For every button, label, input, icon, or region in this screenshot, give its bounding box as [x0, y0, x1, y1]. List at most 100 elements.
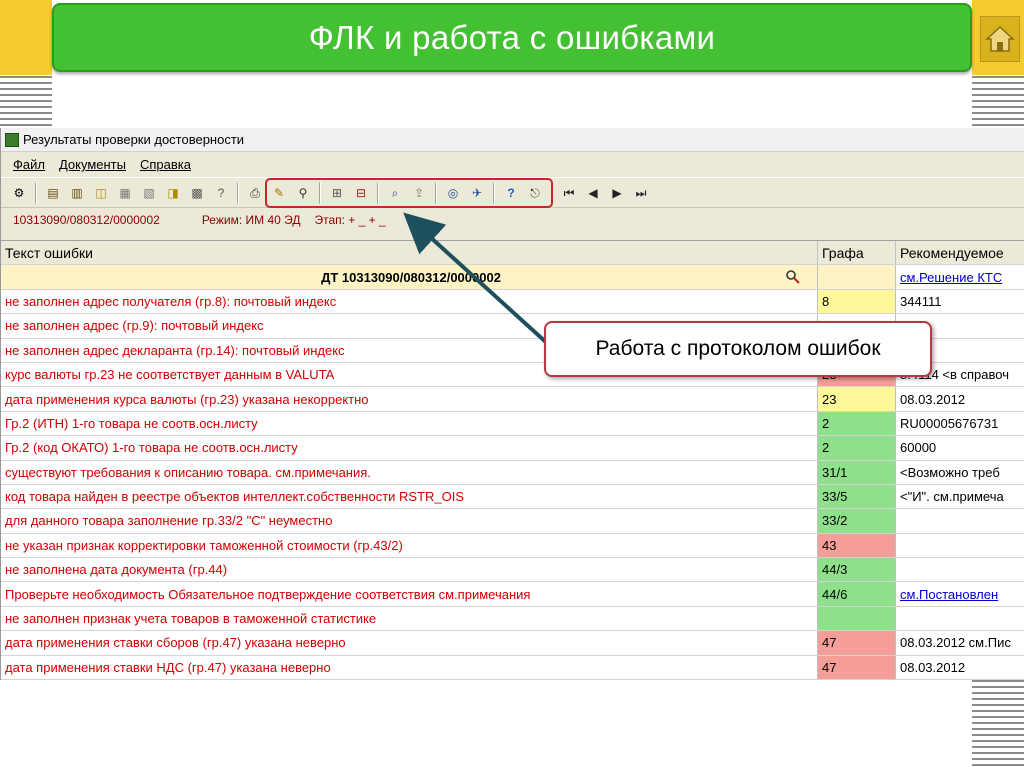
- book-icon[interactable]: ◫: [91, 183, 111, 203]
- table-row[interactable]: Гр.2 (ИТН) 1-го товара не соотв.осн.лист…: [1, 411, 1024, 437]
- mode-label: Режим: ИМ 40 ЭД: [201, 213, 301, 227]
- print-icon[interactable]: ⎙: [245, 183, 265, 203]
- run-icon[interactable]: ✈: [467, 183, 487, 203]
- group-row-title: ДТ 10313090/080312/0000002: [1, 265, 818, 289]
- menu-file[interactable]: Файл: [13, 157, 45, 172]
- columns-icon[interactable]: ◨: [163, 183, 183, 203]
- error-text-cell: Проверьте необходимость Обязательное под…: [1, 582, 818, 606]
- column-header-recommended[interactable]: Рекомендуемое: [896, 241, 1024, 265]
- table-row[interactable]: Гр.2 (код ОКАТО) 1-го товара не соотв.ос…: [1, 436, 1024, 461]
- group-row-rec[interactable]: см.Решение КТС: [896, 265, 1024, 288]
- window-title: Результаты проверки достоверности: [23, 132, 245, 147]
- filter-icon[interactable]: ▩: [187, 183, 207, 203]
- callout-text: Работа с протоколом ошибок: [595, 337, 881, 360]
- refresh-icon[interactable]: ◎: [443, 183, 463, 203]
- error-text-cell: дата применения ставки НДС (гр.47) указа…: [1, 655, 818, 680]
- table-row[interactable]: для данного товара заполнение гр.33/2 "С…: [1, 509, 1024, 534]
- recommended-cell: [896, 534, 1024, 557]
- recommended-cell: 60000: [900, 440, 937, 456]
- error-text-cell: для данного товара заполнение гр.33/2 "С…: [1, 509, 818, 533]
- error-text-cell: дата применения ставки сборов (гр.47) ук…: [1, 631, 818, 655]
- toolbar-separator: [319, 181, 321, 204]
- error-text-cell: Гр.2 (код ОКАТО) 1-го товара не соотв.ос…: [1, 436, 818, 460]
- menubar: Файл Документы Справка: [1, 152, 1024, 177]
- table-header: Текст ошибки Графа Рекомендуемое: [1, 241, 1024, 266]
- table-icon[interactable]: ▦: [115, 183, 135, 203]
- stripes-right-bottom: [972, 680, 1024, 767]
- group-row-label: ДТ 10313090/080312/0000002: [321, 269, 501, 285]
- list-icon[interactable]: ▧: [139, 183, 159, 203]
- recommended-cell: 344111: [900, 293, 942, 309]
- graph-cell: 31/1: [818, 460, 896, 484]
- menu-file-label: Файл: [13, 157, 45, 172]
- first-record-icon[interactable]: ⏮: [559, 183, 579, 203]
- document-icon[interactable]: ▤: [43, 183, 63, 203]
- slide-title: ФЛК и работа с ошибками: [308, 18, 716, 56]
- error-text-cell: не указан признак корректировки таможенн…: [1, 533, 818, 558]
- table-row[interactable]: Проверьте необходимость Обязательное под…: [1, 582, 1024, 607]
- table-row[interactable]: дата применения курса валюты (гр.23) ука…: [1, 387, 1024, 412]
- next-record-icon[interactable]: ▶: [607, 183, 627, 203]
- export-icon[interactable]: ⇪: [409, 183, 429, 203]
- recommended-cell: <"И". см.примеча: [900, 489, 1004, 505]
- help-search-icon[interactable]: ?: [211, 183, 231, 203]
- table-row[interactable]: не заполнен признак учета товаров в тамо…: [1, 606, 1024, 632]
- recommended-cell: 08.03.2012: [900, 391, 966, 407]
- table-row[interactable]: дата применения ставки сборов (гр.47) ук…: [1, 631, 1024, 656]
- find-icon[interactable]: ⌕: [385, 183, 405, 203]
- stripes-left: [0, 76, 52, 128]
- stripes-right: [972, 76, 1024, 128]
- exit-icon[interactable]: ⎋: [525, 183, 545, 203]
- graph-cell: 33/2: [818, 509, 896, 533]
- error-text-cell: не заполнена дата документа (гр.44): [1, 558, 818, 582]
- search-error-icon[interactable]: [785, 269, 801, 285]
- callout-box: Работа с протоколом ошибок: [544, 321, 932, 377]
- last-record-icon[interactable]: ⏭: [631, 183, 651, 203]
- window-titlebar: Результаты проверки достоверности: [1, 128, 1024, 152]
- recommended-cell: 08.03.2012 см.Пис: [900, 635, 1011, 651]
- yellow-corner-left: [0, 0, 52, 75]
- menu-documents-label: Документы: [58, 157, 126, 172]
- error-text-cell: код товара найден в реестре объектов инт…: [1, 484, 818, 509]
- table-row[interactable]: не заполнен адрес получателя (гр.8): поч…: [1, 289, 1024, 315]
- tag-icon[interactable]: ✎: [269, 183, 289, 203]
- tree-expand-icon[interactable]: ⊞: [327, 183, 347, 203]
- home-button[interactable]: [980, 16, 1020, 62]
- table-row[interactable]: не заполнена дата документа (гр.44) 44/3: [1, 558, 1024, 583]
- menu-help-label: Справка: [139, 157, 191, 172]
- graph-cell: 47: [818, 655, 896, 680]
- info-bar: 10313090/080312/0000002 Режим: ИМ 40 ЭД …: [1, 208, 1024, 232]
- column-header-text[interactable]: Текст ошибки: [1, 241, 818, 265]
- document-edit-icon[interactable]: ▥: [67, 183, 87, 203]
- error-text-cell: дата применения курса валюты (гр.23) ука…: [1, 387, 818, 411]
- column-header-graph[interactable]: Графа: [818, 241, 896, 265]
- recommended-cell[interactable]: см.Постановлен: [896, 582, 1024, 605]
- toolbar-separator: [377, 181, 379, 204]
- recommended-cell: [896, 558, 1024, 581]
- graph-cell: [818, 606, 896, 631]
- group-row[interactable]: ДТ 10313090/080312/0000002 см.Решение КТ…: [1, 265, 1024, 290]
- stage-label: Этап: + _ + _: [314, 213, 386, 227]
- error-text-cell: не заполнен признак учета товаров в тамо…: [1, 606, 818, 631]
- table-row[interactable]: не указан признак корректировки таможенн…: [1, 533, 1024, 559]
- table-row[interactable]: существуют требования к описанию товара.…: [1, 460, 1024, 485]
- error-text-cell: существуют требования к описанию товара.…: [1, 460, 818, 484]
- toolbar-separator: [435, 181, 437, 204]
- help-icon[interactable]: ?: [501, 183, 521, 203]
- prev-record-icon[interactable]: ◀: [583, 183, 603, 203]
- errors-table: Текст ошибки Графа Рекомендуемое ДТ 1031…: [1, 240, 1024, 681]
- table-row[interactable]: дата применения ставки НДС (гр.47) указа…: [1, 655, 1024, 681]
- magnifier-icon[interactable]: ⚲: [293, 183, 313, 203]
- toolbar-separator: [493, 181, 495, 204]
- recommended-cell: [896, 509, 1024, 532]
- graph-cell: 47: [818, 631, 896, 655]
- settings-gear-icon[interactable]: ⚙: [9, 183, 29, 203]
- tree-collapse-icon[interactable]: ⊟: [351, 183, 371, 203]
- home-icon: [985, 25, 1015, 52]
- menu-help[interactable]: Справка: [140, 157, 191, 172]
- graph-cell: 23: [818, 387, 896, 411]
- menu-documents[interactable]: Документы: [59, 157, 126, 172]
- recommended-cell: [896, 607, 1024, 630]
- graph-cell: 43: [818, 533, 896, 558]
- table-row[interactable]: код товара найден в реестре объектов инт…: [1, 484, 1024, 510]
